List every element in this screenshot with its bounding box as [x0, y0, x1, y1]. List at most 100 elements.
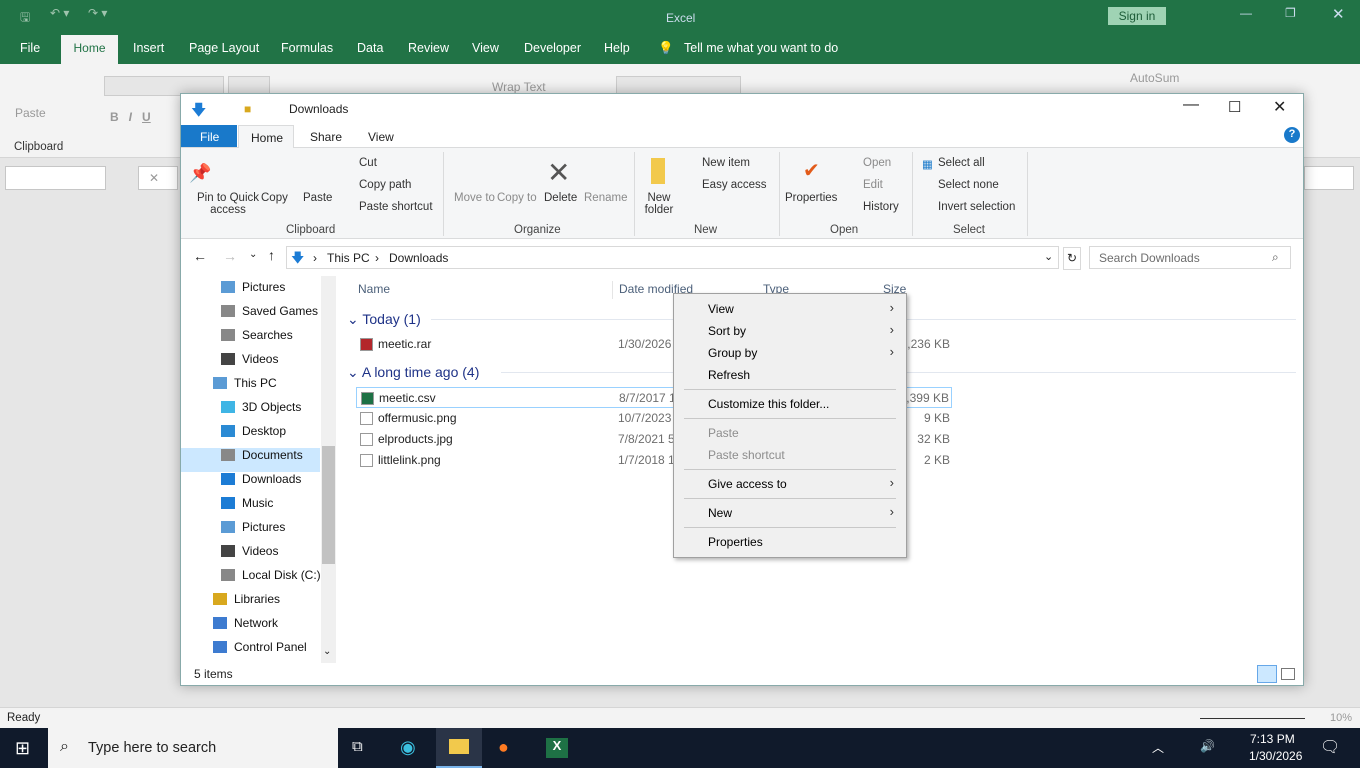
copy-path-button[interactable]: Copy path: [359, 179, 411, 191]
search-input[interactable]: Search Downloads: [1099, 251, 1200, 265]
large-icons-view-button[interactable]: [1281, 668, 1295, 680]
move-to-button[interactable]: Move to: [454, 192, 495, 204]
formula-input[interactable]: [1304, 166, 1354, 190]
tab-share[interactable]: Share: [310, 130, 342, 144]
nav-item[interactable]: Network: [213, 616, 278, 630]
tab-review[interactable]: Review: [408, 41, 449, 55]
tab-page-layout[interactable]: Page Layout: [189, 41, 259, 55]
copy-button[interactable]: Copy: [261, 192, 288, 204]
nav-item[interactable]: Pictures: [221, 280, 285, 294]
menu-item-new[interactable]: New: [708, 506, 732, 520]
address-bar[interactable]: 🡇 › This PC › Downloads ⌄: [286, 246, 1059, 269]
nav-item[interactable]: 3D Objects: [221, 400, 301, 414]
file-explorer-taskbar-button[interactable]: [436, 728, 482, 768]
breadcrumb-downloads[interactable]: Downloads: [389, 251, 448, 265]
tab-file[interactable]: File: [20, 41, 40, 55]
scroll-down-arrow[interactable]: ⌄: [323, 646, 331, 657]
forward-button[interactable]: →: [223, 248, 237, 264]
details-view-button[interactable]: [1257, 665, 1277, 683]
start-button[interactable]: ⊞: [15, 738, 30, 759]
menu-item-properties[interactable]: Properties: [708, 535, 763, 549]
nav-item[interactable]: This PC: [213, 376, 277, 390]
paste-button[interactable]: Paste: [15, 106, 46, 120]
redo-icon[interactable]: ↷ ▾: [88, 6, 107, 20]
menu-item-sort-by[interactable]: Sort by: [708, 324, 746, 338]
wrap-text-button[interactable]: Wrap Text: [492, 80, 546, 94]
zoom-level[interactable]: 10%: [1330, 712, 1352, 724]
clock-date[interactable]: 1/30/2026: [1249, 749, 1302, 763]
tab-formulas[interactable]: Formulas: [281, 41, 333, 55]
edge-icon[interactable]: ◉: [400, 737, 416, 758]
refresh-button[interactable]: ↻: [1063, 247, 1081, 270]
autosum-button[interactable]: AutoSum: [1130, 71, 1179, 85]
nav-item[interactable]: Searches: [221, 328, 293, 342]
nav-item[interactable]: Control Panel: [213, 640, 307, 654]
task-view-icon[interactable]: ⧉: [352, 738, 363, 755]
menu-item-customize-folder[interactable]: Customize this folder...: [708, 397, 829, 411]
back-button[interactable]: ←: [193, 248, 207, 264]
save-icon[interactable]: 🖫: [20, 8, 30, 29]
sign-in-button[interactable]: Sign in: [1108, 7, 1166, 25]
menu-item-refresh[interactable]: Refresh: [708, 368, 750, 382]
taskbar-search[interactable]: ⌕ Type here to search: [48, 728, 338, 768]
volume-icon[interactable]: 🔊: [1200, 739, 1215, 753]
tab-view[interactable]: View: [368, 130, 394, 144]
bold-button[interactable]: B I U: [110, 110, 151, 124]
paste-shortcut-button[interactable]: Paste shortcut: [359, 201, 433, 213]
nav-item[interactable]: Music: [221, 496, 273, 510]
nav-item[interactable]: Documents: [221, 448, 303, 462]
tell-me-input[interactable]: Tell me what you want to do: [684, 41, 838, 55]
pin-to-quick-access-button[interactable]: Pin to Quick access: [188, 192, 268, 216]
breadcrumb-this-pc[interactable]: This PC: [327, 251, 370, 265]
column-header-name[interactable]: Name: [358, 282, 390, 296]
properties-button[interactable]: Properties: [785, 192, 837, 204]
tab-home[interactable]: Home: [238, 125, 294, 148]
history-button[interactable]: History: [863, 201, 899, 213]
scrollbar-thumb[interactable]: [322, 446, 335, 564]
name-box[interactable]: [5, 166, 106, 190]
tab-view[interactable]: View: [472, 41, 499, 55]
taskbar-search-input[interactable]: Type here to search: [88, 740, 216, 756]
minimize-button[interactable]: —: [1183, 96, 1199, 114]
clock-time[interactable]: 7:13 PM: [1250, 732, 1295, 746]
select-none-button[interactable]: Select none: [938, 179, 999, 191]
nav-item[interactable]: Videos: [221, 352, 278, 366]
minimize-button[interactable]: —: [1240, 6, 1252, 20]
restore-button[interactable]: ❐: [1285, 6, 1296, 20]
tab-data[interactable]: Data: [357, 41, 383, 55]
easy-access-button[interactable]: Easy access: [702, 179, 767, 191]
tab-developer[interactable]: Developer: [524, 41, 581, 55]
firefox-icon[interactable]: ●: [498, 737, 509, 758]
tab-insert[interactable]: Insert: [133, 41, 164, 55]
recent-locations-button[interactable]: ⌄: [249, 249, 257, 260]
invert-selection-button[interactable]: Invert selection: [938, 201, 1015, 213]
tab-help[interactable]: Help: [604, 41, 630, 55]
close-button[interactable]: ✕: [1332, 5, 1345, 23]
chevron-down-icon[interactable]: ⌄: [1044, 250, 1053, 263]
copy-to-button[interactable]: Copy to: [497, 192, 537, 204]
delete-button[interactable]: Delete: [544, 192, 577, 204]
help-icon[interactable]: ?: [1284, 127, 1300, 143]
nav-item[interactable]: Local Disk (C:): [221, 568, 321, 582]
nav-item[interactable]: Saved Games: [221, 304, 318, 318]
nav-item[interactable]: Desktop: [221, 424, 286, 438]
menu-item-give-access-to[interactable]: Give access to: [708, 477, 787, 491]
cut-button[interactable]: Cut: [359, 157, 377, 169]
menu-item-paste[interactable]: Paste: [708, 426, 739, 440]
rename-button[interactable]: Rename: [584, 192, 627, 204]
nav-item[interactable]: Downloads: [221, 472, 301, 486]
group-header-today[interactable]: ⌄ Today (1): [347, 311, 421, 328]
show-hidden-icons[interactable]: ︿: [1152, 739, 1164, 756]
undo-icon[interactable]: ↶ ▾: [50, 6, 69, 20]
tab-file[interactable]: File: [181, 125, 237, 147]
new-folder-button[interactable]: New folder: [643, 192, 675, 216]
excel-icon[interactable]: X: [546, 738, 568, 758]
nav-item[interactable]: Videos: [221, 544, 278, 558]
menu-item-group-by[interactable]: Group by: [708, 346, 757, 360]
group-header-long-ago[interactable]: ⌄ A long time ago (4): [347, 364, 479, 381]
paste-button[interactable]: Paste: [303, 192, 332, 204]
maximize-button[interactable]: ☐: [1228, 98, 1241, 116]
new-item-button[interactable]: New item: [702, 157, 750, 169]
notifications-icon[interactable]: 🗨: [1320, 737, 1340, 757]
zoom-slider[interactable]: [1200, 718, 1305, 719]
